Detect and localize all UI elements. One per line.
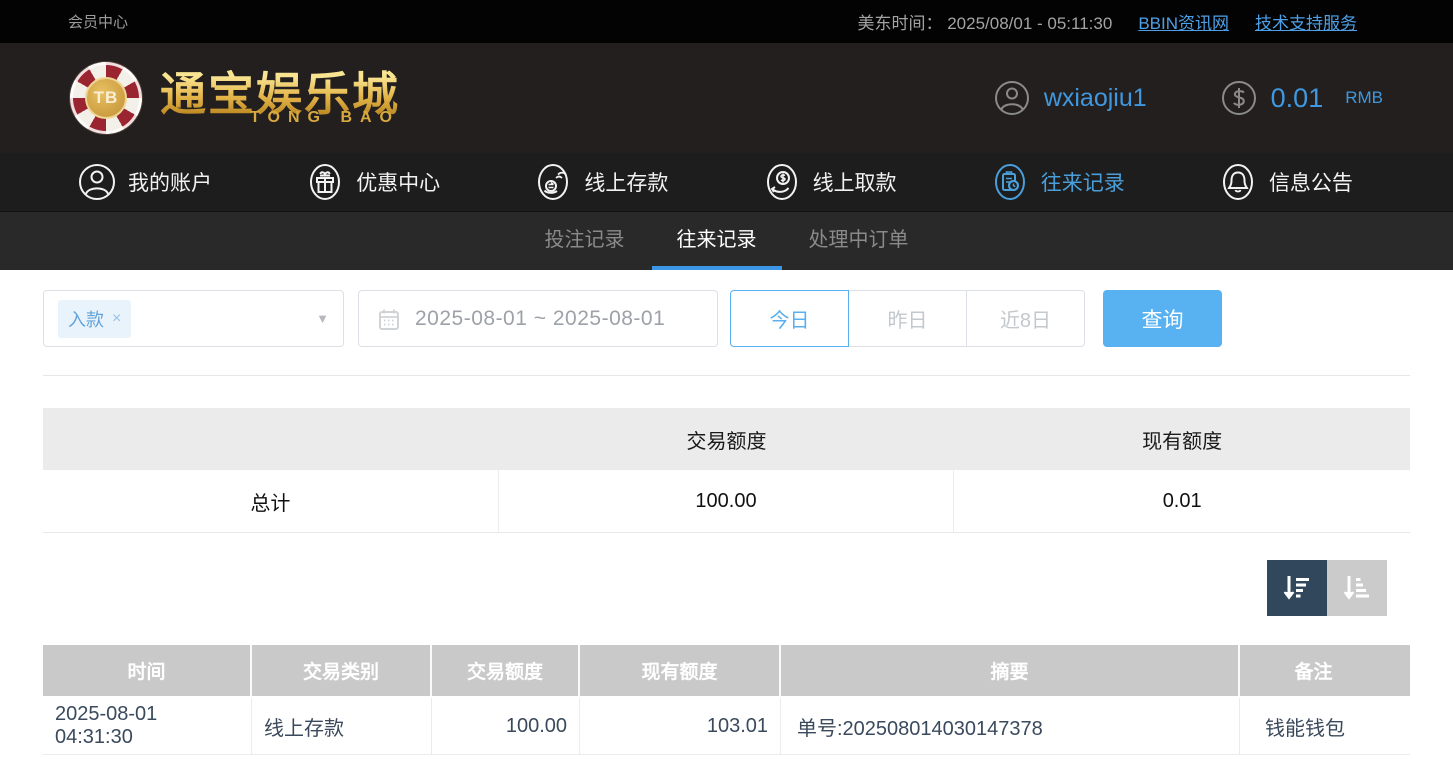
eastern-time-value: 2025/08/01 - 05:11:30 <box>947 14 1112 33</box>
nav-announcements[interactable]: 信息公告 <box>1219 163 1353 201</box>
table-row: 2025-08-01 04:31:30 线上存款 100.00 103.01 单… <box>43 698 1410 755</box>
cell-remark: 钱能钱包 <box>1240 698 1387 754</box>
bbin-news-link[interactable]: BBIN资讯网 <box>1138 9 1229 34</box>
chip-badge: TB <box>85 77 127 119</box>
calendar-icon <box>377 307 401 331</box>
transaction-type-select[interactable]: 入款 × ▼ <box>43 290 344 347</box>
summary-transaction-amount: 100.00 <box>499 470 955 532</box>
col-header-remark: 备注 <box>1240 645 1387 696</box>
nav-label: 往来记录 <box>1041 167 1125 197</box>
nav-my-account[interactable]: 我的账户 <box>78 163 212 201</box>
user-avatar-icon <box>994 80 1030 116</box>
col-header-time: 时间 <box>43 645 252 696</box>
gift-icon <box>306 163 344 201</box>
tech-support-link[interactable]: 技术支持服务 <box>1255 9 1357 34</box>
sort-descending-icon <box>1280 571 1314 605</box>
balance-currency: RMB <box>1345 88 1383 108</box>
bell-icon <box>1219 163 1257 201</box>
records-header-row: 时间 交易类别 交易额度 现有额度 摘要 备注 <box>43 645 1410 698</box>
cell-summary: 单号:202508014030147378 <box>781 698 1240 754</box>
quick-date-buttons: 今日 昨日 近8日 <box>730 290 1085 347</box>
nav-label: 我的账户 <box>128 167 212 197</box>
nav-transaction-records[interactable]: 往来记录 <box>991 163 1125 201</box>
account-area: wxiaojiu1 0.01 RMB <box>994 80 1383 116</box>
nav-label: 线上存款 <box>584 167 668 197</box>
sub-tabs: 投注记录 往来记录 处理中订单 <box>0 212 1453 270</box>
summary-current-amount: 0.01 <box>954 470 1410 532</box>
topbar: 会员中心 美东时间： 2025/08/01 - 05:11:30 BBIN资讯网… <box>0 0 1453 43</box>
selected-type-tag: 入款 × <box>58 300 131 338</box>
col-header-type: 交易类别 <box>252 645 432 696</box>
filter-row: 入款 × ▼ 2025-08-01 ~ 2025-08-01 今日 昨日 近8日… <box>43 290 1453 347</box>
summary-header-transaction-amount: 交易额度 <box>499 425 955 454</box>
col-header-summary: 摘要 <box>781 645 1240 696</box>
deposit-icon <box>534 163 572 201</box>
summary-table: 交易额度 现有额度 总计 100.00 0.01 <box>43 408 1410 533</box>
nav-online-withdraw[interactable]: 线上取款 <box>763 163 897 201</box>
main-nav: 我的账户 优惠中心 线上存款 线上取款 <box>0 153 1453 212</box>
topbar-right: 美东时间： 2025/08/01 - 05:11:30 BBIN资讯网 技术支持… <box>857 9 1357 34</box>
nav-promotions[interactable]: 优惠中心 <box>306 163 440 201</box>
chevron-down-icon: ▼ <box>316 311 329 326</box>
cell-transaction-amount: 100.00 <box>432 698 580 754</box>
col-header-transaction-amount: 交易额度 <box>432 645 580 696</box>
summary-header-current-amount: 现有额度 <box>954 425 1410 454</box>
logo-bar: TB 通宝娱乐城 TONG BAO wxiaojiu1 0.01 RMB <box>0 43 1453 153</box>
balance-display[interactable]: 0.01 RMB <box>1221 80 1383 116</box>
summary-header-row: 交易额度 现有额度 <box>43 408 1410 470</box>
nav-label: 优惠中心 <box>356 167 440 197</box>
summary-total-label: 总计 <box>43 470 499 532</box>
date-range-picker[interactable]: 2025-08-01 ~ 2025-08-01 <box>358 290 718 347</box>
tab-processing-orders[interactable]: 处理中订单 <box>784 212 934 270</box>
sort-ascending-button[interactable] <box>1327 560 1387 616</box>
sort-controls <box>0 560 1387 616</box>
tag-close-icon[interactable]: × <box>112 310 121 328</box>
search-button[interactable]: 查询 <box>1103 290 1222 347</box>
tab-transaction-records[interactable]: 往来记录 <box>652 212 782 270</box>
cell-type: 线上存款 <box>252 698 432 754</box>
username: wxiaojiu1 <box>1044 84 1147 113</box>
cell-current-amount: 103.01 <box>580 698 781 754</box>
records-table: 时间 交易类别 交易额度 现有额度 摘要 备注 2025-08-01 04:31… <box>43 645 1410 755</box>
last-8-days-button[interactable]: 近8日 <box>966 290 1085 347</box>
logo-text: 通宝娱乐城 TONG BAO <box>160 69 400 128</box>
tag-label: 入款 <box>68 306 104 332</box>
tab-betting-records[interactable]: 投注记录 <box>520 212 650 270</box>
sort-ascending-icon <box>1340 571 1374 605</box>
date-range-value: 2025-08-01 ~ 2025-08-01 <box>415 307 665 331</box>
user-account[interactable]: wxiaojiu1 <box>994 80 1147 116</box>
cell-time: 2025-08-01 04:31:30 <box>43 698 252 754</box>
balance-amount: 0.01 <box>1271 83 1324 114</box>
eastern-time-label: 美东时间： <box>857 14 942 33</box>
divider <box>43 375 1410 376</box>
yesterday-button[interactable]: 昨日 <box>848 290 967 347</box>
sort-descending-button[interactable] <box>1267 560 1327 616</box>
page-title: 会员中心 <box>68 11 128 32</box>
withdraw-icon <box>763 163 801 201</box>
eastern-time: 美东时间： 2025/08/01 - 05:11:30 <box>857 9 1112 34</box>
col-header-current-amount: 现有额度 <box>580 645 781 696</box>
casino-chip-logo-icon: TB <box>70 62 142 134</box>
user-icon <box>78 163 116 201</box>
nav-online-deposit[interactable]: 线上存款 <box>534 163 668 201</box>
nav-label: 信息公告 <box>1269 167 1353 197</box>
summary-total-row: 总计 100.00 0.01 <box>43 470 1410 533</box>
dollar-coin-icon <box>1221 80 1257 116</box>
nav-label: 线上取款 <box>813 167 897 197</box>
records-icon <box>991 163 1029 201</box>
today-button[interactable]: 今日 <box>730 290 849 347</box>
